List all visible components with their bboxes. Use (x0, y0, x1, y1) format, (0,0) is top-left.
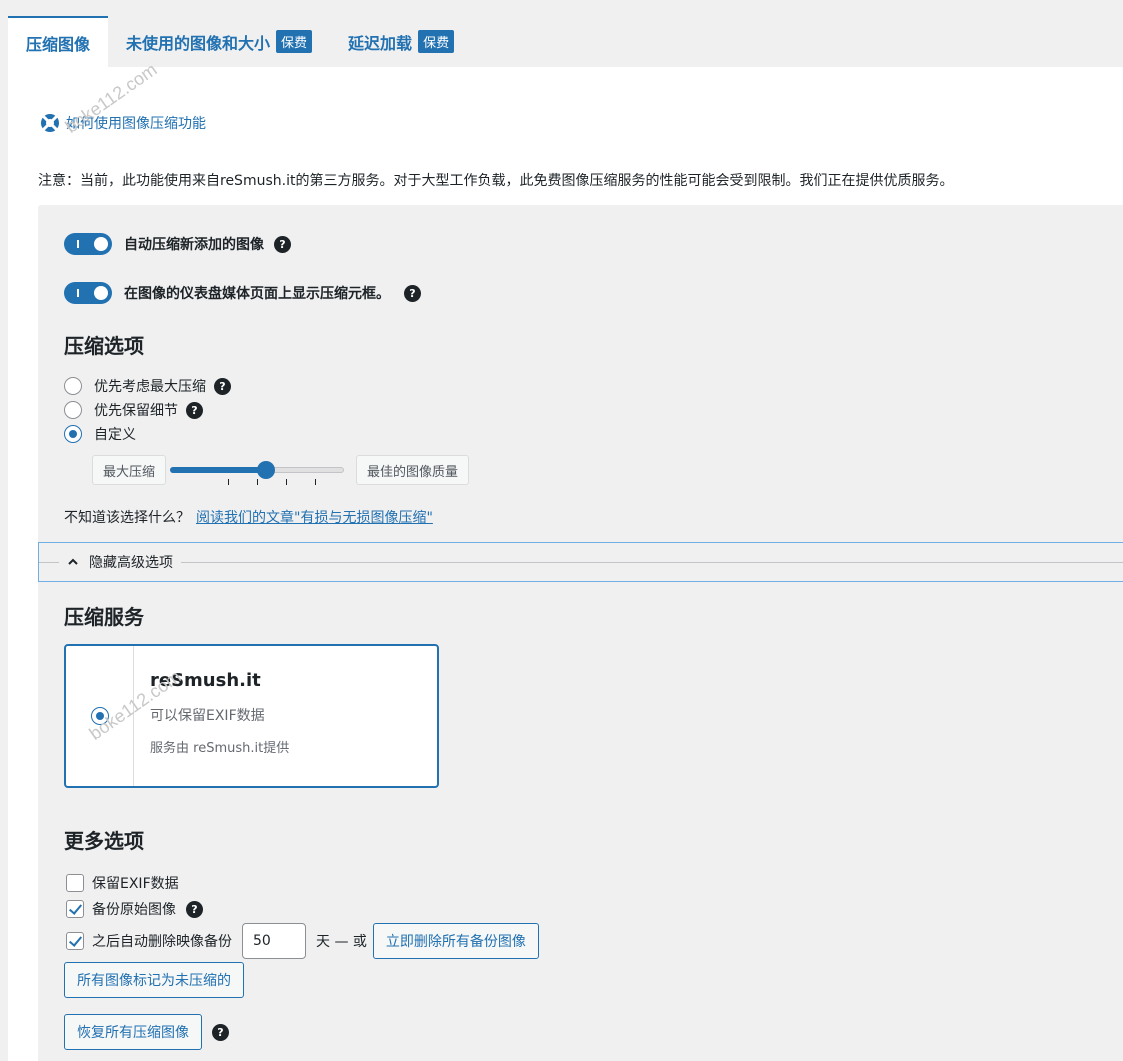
auto-delete-label: 之后自动删除映像备份 (92, 934, 232, 950)
show-metabox-row: 在图像的仪表盘媒体页面上显示压缩元框。 ? (64, 282, 421, 304)
howto-label: 如何使用图像压缩功能 (66, 116, 206, 132)
radio-button[interactable] (64, 401, 82, 419)
radio-label: 自定义 (94, 427, 136, 443)
mark-uncompressed-button[interactable]: 所有图像标记为未压缩的 (64, 962, 244, 998)
service-radio[interactable] (90, 707, 109, 725)
howto-link[interactable]: 如何使用图像压缩功能 (40, 113, 206, 133)
tab-label: 未使用的图像和大小 (126, 33, 271, 53)
help-icon[interactable]: ? (274, 235, 291, 253)
quality-slider[interactable] (170, 455, 352, 485)
auto-compress-row: 自动压缩新添加的图像 ? (64, 233, 291, 255)
tab-label: 压缩图像 (26, 34, 91, 54)
days-input[interactable] (242, 923, 306, 959)
service-provider: 服务由 reSmush.it提供 (150, 741, 290, 756)
auto-delete-checkbox[interactable] (66, 932, 84, 950)
compression-service-title: 压缩服务 (64, 605, 144, 629)
radio-label: 优先保留细节 (94, 403, 178, 419)
help-icon[interactable]: ? (186, 900, 203, 918)
radio-button[interactable] (64, 377, 82, 395)
keep-exif-checkbox[interactable] (66, 874, 84, 892)
quality-slider-group: 最大压缩 最佳的图像质量 (92, 455, 470, 485)
keep-exif-row: 保留EXIF数据 (66, 873, 179, 893)
lifebuoy-icon (41, 114, 59, 132)
radio-button[interactable] (64, 425, 82, 443)
keep-exif-label: 保留EXIF数据 (92, 876, 179, 892)
help-icon[interactable]: ? (212, 1023, 229, 1041)
auto-compress-toggle[interactable] (64, 233, 112, 255)
auto-delete-row: 之后自动删除映像备份 天 — 或 立即删除所有备份图像 (66, 923, 539, 959)
premium-badge: 保费 (418, 30, 455, 53)
advanced-options-toggle[interactable]: 隐藏高级选项 (38, 542, 1123, 582)
help-icon[interactable]: ? (186, 401, 203, 419)
radio-label: 优先考虑最大压缩 (94, 379, 206, 395)
auto-compress-label: 自动压缩新添加的图像 (124, 237, 264, 253)
delete-backups-button[interactable]: 立即删除所有备份图像 (372, 923, 539, 959)
service-notice: 注意：当前，此功能使用来自reSmush.it的第三方服务。对于大型工作负载，此… (38, 173, 954, 189)
help-icon[interactable]: ? (404, 284, 421, 302)
service-name: reSmush.it (150, 670, 261, 691)
backup-row: 备份原始图像 ? (66, 899, 203, 919)
restore-button[interactable]: 恢复所有压缩图像 (64, 1014, 202, 1050)
radio-custom[interactable]: 自定义 (64, 424, 136, 444)
radio-max-compression[interactable]: 优先考虑最大压缩 ? (64, 376, 231, 396)
service-card-resmush[interactable]: reSmush.it 可以保留EXIF数据 服务由 reSmush.it提供 (64, 644, 439, 788)
premium-badge: 保费 (276, 30, 313, 53)
show-metabox-label: 在图像的仪表盘媒体页面上显示压缩元框。 (124, 286, 390, 302)
radio-keep-detail[interactable]: 优先保留细节 ? (64, 400, 203, 420)
slider-thumb[interactable] (257, 461, 276, 479)
tab-label: 延迟加载 (348, 33, 413, 53)
show-metabox-toggle[interactable] (64, 282, 112, 304)
restore-row: 恢复所有压缩图像 ? (64, 1014, 229, 1050)
service-feature: 可以保留EXIF数据 (150, 708, 265, 724)
slider-min-label: 最大压缩 (92, 455, 167, 485)
more-options-title: 更多选项 (64, 829, 144, 853)
tab-lazy-load[interactable]: 延迟加载 保费 (330, 16, 472, 67)
article-link[interactable]: 阅读我们的文章"有损与无损图像压缩" (196, 510, 433, 526)
chevron-up-icon (68, 558, 78, 565)
days-suffix: 天 — 或 (316, 934, 367, 950)
tab-compress-images[interactable]: 压缩图像 (8, 16, 109, 67)
tab-unused-images[interactable]: 未使用的图像和大小 保费 (108, 16, 330, 67)
backup-label: 备份原始图像 (92, 902, 176, 918)
tab-bar: 压缩图像 未使用的图像和大小 保费 延迟加载 保费 (8, 16, 472, 67)
help-icon[interactable]: ? (214, 377, 231, 395)
advanced-label: 隐藏高级选项 (89, 555, 173, 571)
slider-max-label: 最佳的图像质量 (356, 455, 470, 485)
help-text: 不知道该选择什么？ 阅读我们的文章"有损与无损图像压缩" (64, 507, 433, 527)
compression-options-title: 压缩选项 (64, 334, 144, 358)
backup-checkbox[interactable] (66, 900, 84, 918)
help-question: 不知道该选择什么？ (64, 510, 190, 526)
